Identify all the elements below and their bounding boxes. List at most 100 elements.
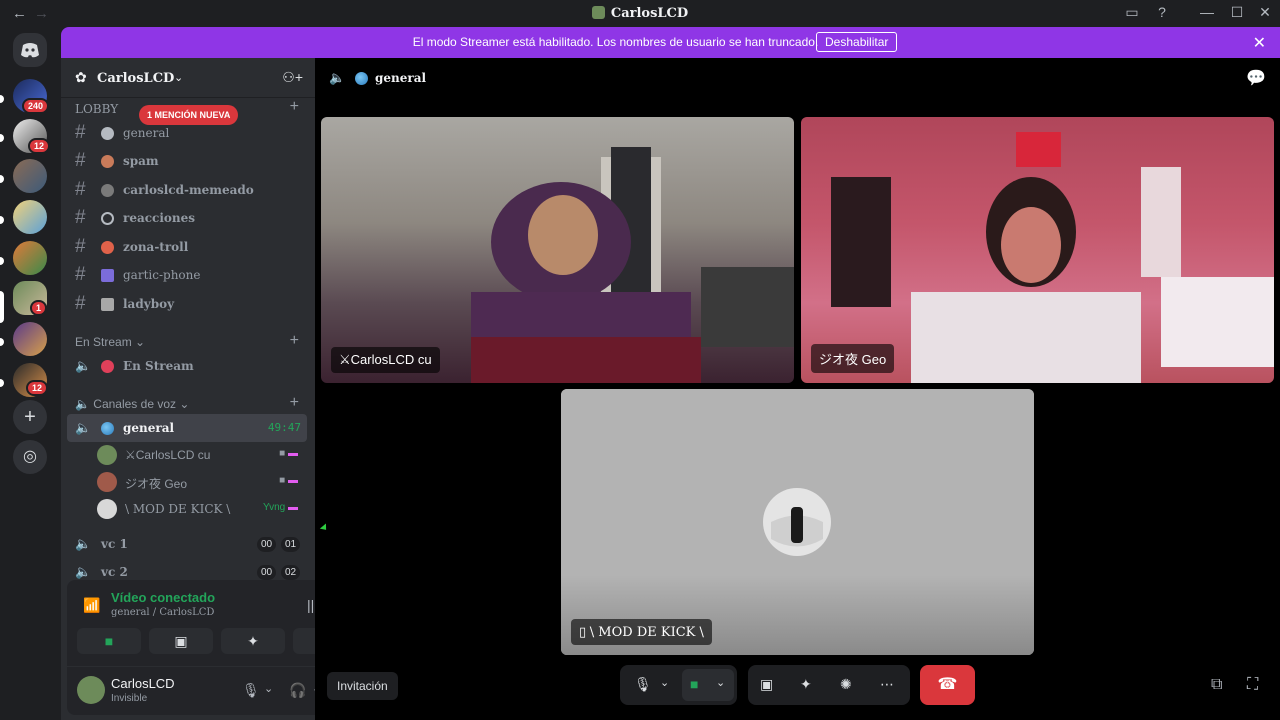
connection-subtitle[interactable]: general / CarlosLCD xyxy=(111,607,214,618)
add-channel-icon[interactable]: + xyxy=(290,394,299,412)
invite-button[interactable]: Invitación xyxy=(327,672,398,700)
microphone-icon[interactable]: 🎙 xyxy=(242,682,260,699)
user-limit: 02 xyxy=(281,565,301,580)
channel-name: carloslcd-memeado xyxy=(123,183,254,197)
category-en-stream[interactable]: En Stream ⌄ xyxy=(75,335,145,349)
headphones-icon[interactable]: 🎧 xyxy=(289,682,306,699)
close-window-button[interactable]: ✕ xyxy=(1255,4,1275,22)
camera-feed xyxy=(471,147,794,383)
channel-general[interactable]: # general xyxy=(67,119,307,147)
channel-en-stream[interactable]: 🔈 En Stream xyxy=(67,352,307,380)
add-server-icon[interactable]: + xyxy=(13,400,47,434)
avatar[interactable] xyxy=(77,676,105,704)
more-options-icon[interactable]: ⋯ xyxy=(880,676,894,693)
server-icon[interactable] xyxy=(13,200,47,234)
audio-video-controls: 🎙 ⌄ ■ ⌄ xyxy=(620,665,737,705)
streamer-mode-banner: El modo Streamer está habilitado. Los no… xyxy=(61,27,1280,58)
camera-icon: ■ xyxy=(690,676,699,692)
unread-pip xyxy=(0,134,4,142)
video-tile[interactable]: ▯ \ MOD DE KICK \ xyxy=(561,389,1034,655)
call-channel-title: general xyxy=(375,71,427,85)
guild-header[interactable]: ✿ CarlosLCD ⌄ ⚇+ xyxy=(61,58,315,98)
voice-user-name: \ MOD DE KICK \ xyxy=(125,502,231,516)
server-icon[interactable] xyxy=(13,241,47,275)
video-tile[interactable]: ⚔CarlosLCD cu xyxy=(321,117,794,383)
channel-name: general xyxy=(123,421,175,435)
chevron-down-icon: ⌄ xyxy=(174,72,184,84)
voice-user[interactable]: \ MOD DE KICK \ Yvng ▬ xyxy=(91,496,306,522)
camera-toggle[interactable]: ■ ⌄ xyxy=(682,669,734,701)
category-voz[interactable]: 🔈 Canales de voz ⌄ xyxy=(75,397,189,411)
screen-share-button[interactable]: ▣ xyxy=(149,628,213,654)
activities-icon[interactable]: ✦ xyxy=(800,676,812,693)
chevron-down-icon[interactable]: ⌄ xyxy=(660,676,669,689)
mobile-icon: ▯ xyxy=(579,624,587,639)
minimize-button[interactable]: — xyxy=(1197,4,1217,22)
channel-name: general xyxy=(123,126,170,140)
discover-icon[interactable]: ◎ xyxy=(13,440,47,474)
fullscreen-icon[interactable]: ⛶ xyxy=(1247,676,1258,694)
user-status: Invisible xyxy=(111,693,148,704)
server-badge-icon: ✿ xyxy=(75,69,87,85)
window-title: CarlosLCD xyxy=(0,6,1280,21)
voice-channel-general[interactable]: 🔈 general 49:47 xyxy=(67,414,307,442)
screen-share-icon[interactable]: ▣ xyxy=(760,676,773,693)
soundboard-icon[interactable]: ✺ xyxy=(840,676,852,693)
channel-spam[interactable]: # spam xyxy=(67,147,307,175)
chevron-down-icon[interactable]: ⌄ xyxy=(264,682,273,695)
avatar xyxy=(97,472,117,492)
unread-pip xyxy=(0,257,4,265)
channel-gartic-phone[interactable]: # gartic-phone xyxy=(67,261,307,289)
channel-name: spam xyxy=(123,154,159,168)
camera-button[interactable]: ■ xyxy=(77,628,141,654)
help-icon[interactable]: ? xyxy=(1152,4,1172,22)
participant-label: ⚔CarlosLCD cu xyxy=(331,347,440,373)
user-count: 00 xyxy=(257,537,277,552)
signal-icon[interactable]: 📶 xyxy=(83,597,100,614)
voice-user[interactable]: ⚔CarlosLCD cu ■ ▬ xyxy=(91,442,306,468)
activities-button[interactable]: ✦ xyxy=(221,628,285,654)
voice-channel-vc1[interactable]: 🔈 vc 1 00 01 xyxy=(67,530,307,558)
inbox-icon[interactable]: ▭ xyxy=(1122,4,1142,22)
discord-home-icon[interactable] xyxy=(13,33,47,67)
channel-zona-troll[interactable]: # zona-troll xyxy=(67,233,307,261)
banner-text: El modo Streamer está habilitado. Los no… xyxy=(412,35,819,49)
username: CarlosLCD xyxy=(111,676,175,691)
activity-status: Yvng ▬ xyxy=(262,502,298,513)
category-lobby[interactable]: LOBBY xyxy=(75,102,118,116)
avatar-placeholder xyxy=(561,389,1034,655)
channel-ladyboy[interactable]: # ladyboy xyxy=(67,290,307,318)
close-icon[interactable]: ✕ xyxy=(1253,33,1266,53)
chat-icon[interactable]: 💬 xyxy=(1246,68,1266,88)
server-icon[interactable] xyxy=(13,159,47,193)
maximize-button[interactable]: ☐ xyxy=(1227,4,1247,22)
people-icon xyxy=(101,298,114,311)
troll-face-icon xyxy=(101,241,114,254)
channel-name: vc 2 xyxy=(101,565,128,579)
server-icon[interactable] xyxy=(13,322,47,356)
microphone-icon[interactable]: 🎙 xyxy=(634,676,652,693)
add-channel-icon[interactable]: + xyxy=(290,332,299,350)
disable-streamer-button[interactable]: Deshabilitar xyxy=(816,32,898,52)
channel-reacciones[interactable]: # reacciones xyxy=(67,204,307,232)
channel-carloslcd-memeado[interactable]: # carloslcd-memeado xyxy=(67,176,307,204)
speaker-icon: 🔈 xyxy=(75,536,92,551)
video-tile[interactable]: ジオ夜 Geo xyxy=(801,117,1274,383)
invite-people-icon[interactable]: ⚇+ xyxy=(282,69,303,86)
add-channel-icon[interactable]: + xyxy=(290,98,299,116)
channel-sidebar: ✿ CarlosLCD ⌄ ⚇+ LOBBY + 1 MENCIÓN NUEVA… xyxy=(61,58,368,720)
hash-icon: # xyxy=(75,150,86,171)
call-timer: 49:47 xyxy=(267,421,301,434)
hash-icon: # xyxy=(75,293,86,314)
speaker-icon: 🔈 xyxy=(75,420,92,435)
hash-icon: # xyxy=(75,122,86,143)
hash-icon: # xyxy=(75,236,86,257)
server-icon xyxy=(591,6,605,19)
leave-call-button[interactable]: ☎ xyxy=(920,665,975,705)
channel-name: gartic-phone xyxy=(123,268,201,282)
voice-user[interactable]: ジオ夜 Geo ■ ▬ xyxy=(91,469,306,495)
popout-icon[interactable]: ⧉ xyxy=(1211,676,1222,694)
participant-name: \ MOD DE KICK \ xyxy=(589,625,704,640)
mention-badge: 240 xyxy=(22,98,50,114)
window-titlebar: ← → CarlosLCD ▭ ? — ☐ ✕ xyxy=(0,0,1280,27)
